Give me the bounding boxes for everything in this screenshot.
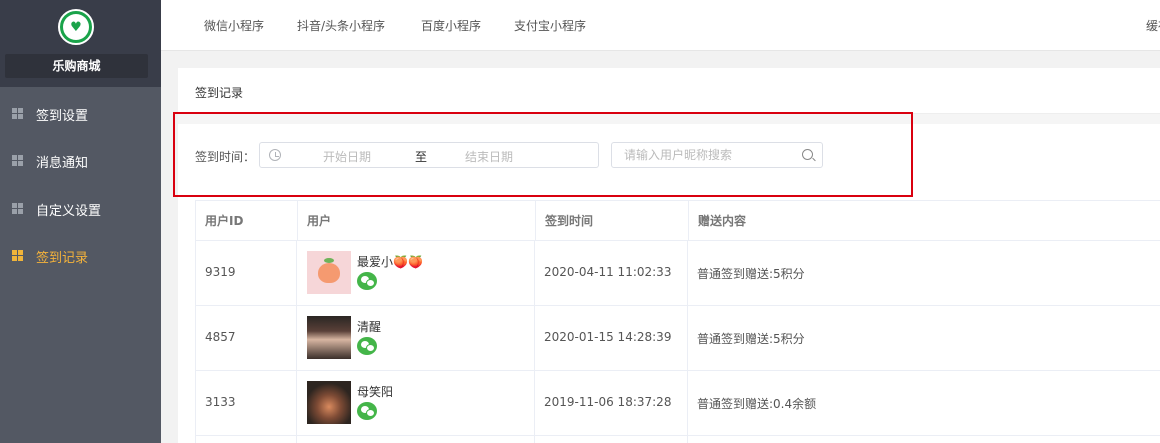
checkin-time: 2019-11-06 18:37:28 <box>544 395 672 409</box>
reward-text: 普通签到赠送:5积分 <box>697 267 805 281</box>
avatar <box>307 316 351 359</box>
user-id-cell: 9319 <box>196 241 297 305</box>
search-icon[interactable] <box>802 149 813 160</box>
nickname-search[interactable] <box>611 142 823 168</box>
checkin-time-label: 签到时间： <box>195 150 256 164</box>
tab-baidu-miniprogram[interactable]: 百度小程序 <box>421 17 481 34</box>
sidebar-item-label: 签到设置 <box>36 109 89 124</box>
table-row: 4857 清醒 2020-01-15 14:28:39 普通签到赠送:5积分 <box>195 306 1160 371</box>
checkin-time: 2020-04-11 11:02:33 <box>544 265 672 279</box>
wechat-icon <box>357 402 377 420</box>
table-row: 3133 母笑阳 2019-11-06 18:37:28 普通签到赠送:0.4余… <box>195 371 1160 436</box>
sidebar-item-label: 消息通知 <box>36 156 89 171</box>
user-cell <box>297 436 535 443</box>
checkin-table: 用户ID 用户 签到时间 赠送内容 9319 最爱小🍑🍑 2020-04-11 … <box>195 200 1160 443</box>
grid-icon <box>12 250 23 261</box>
sidebar: ♥ 乐购商城 签到设置 消息通知 自定义设置 签到记录 <box>0 0 161 443</box>
user-id: 3133 <box>205 395 236 409</box>
grid-icon <box>12 108 23 119</box>
card-header: 签到记录 <box>178 68 1160 114</box>
start-date-input[interactable]: 开始日期 <box>323 148 371 165</box>
shop-name: 乐购商城 <box>5 54 148 78</box>
user-cell: 最爱小🍑🍑 <box>297 241 535 305</box>
wechat-icon <box>357 337 377 355</box>
reward-cell: 普通签到赠送:5积分 <box>688 306 1160 370</box>
sidebar-item-label: 签到记录 <box>36 251 89 266</box>
sidebar-brand: ♥ 乐购商城 <box>0 0 161 87</box>
sidebar-item-checkin-records[interactable]: 签到记录 <box>0 231 161 279</box>
grid-icon <box>12 203 23 214</box>
sidebar-item-label: 自定义设置 <box>36 204 102 219</box>
tab-douyin-miniprogram[interactable]: 抖音/头条小程序 <box>297 17 385 34</box>
sidebar-item-custom-settings[interactable]: 自定义设置 <box>0 184 161 232</box>
shop-logo[interactable]: ♥ <box>58 9 94 45</box>
time-cell: 2019-11-06 18:37:28 <box>535 371 688 435</box>
user-nickname: 清醒 <box>357 320 382 334</box>
avatar <box>307 381 351 424</box>
clock-icon <box>269 149 281 161</box>
sidebar-item-checkin-settings[interactable]: 签到设置 <box>0 89 161 137</box>
time-cell: 2020-04-11 11:02:33 <box>535 241 688 305</box>
page-title: 签到记录 <box>195 86 244 100</box>
reward-cell: 普通签到赠送:5积分 <box>688 241 1160 305</box>
table-row: 9319 最爱小🍑🍑 2020-04-11 11:02:33 普通签到赠送:5积… <box>195 241 1160 306</box>
user-id-cell: 4857 <box>196 306 297 370</box>
reward-text: 普通签到赠送:5积分 <box>697 332 805 346</box>
reward-cell: 普通签到赠送:0.4余额 <box>688 371 1160 435</box>
user-cell: 清醒 <box>297 306 535 370</box>
cache-link[interactable]: 缓存 <box>1146 17 1160 34</box>
avatar <box>307 251 351 294</box>
sidebar-menu: 签到设置 消息通知 自定义设置 签到记录 <box>0 87 161 443</box>
time-cell <box>535 436 688 443</box>
user-cell: 母笑阳 <box>297 371 535 435</box>
wechat-icon <box>357 272 377 290</box>
user-nickname: 最爱小🍑🍑 <box>357 255 423 269</box>
column-header-user-id: 用户ID <box>196 201 298 241</box>
user-id-cell <box>196 436 297 443</box>
grid-icon <box>12 155 23 166</box>
table-row-partial <box>195 436 1160 443</box>
end-date-input[interactable]: 结束日期 <box>465 148 513 165</box>
user-id: 9319 <box>205 265 236 279</box>
tab-alipay-miniprogram[interactable]: 支付宝小程序 <box>514 17 586 34</box>
top-nav: 微信小程序 抖音/头条小程序 百度小程序 支付宝小程序 缓存 <box>161 0 1160 51</box>
search-input[interactable] <box>624 147 794 163</box>
reward-text: 普通签到赠送:0.4余额 <box>697 397 817 411</box>
sidebar-item-notifications[interactable]: 消息通知 <box>0 136 161 184</box>
table-header: 用户ID 用户 签到时间 赠送内容 <box>195 200 1160 241</box>
column-header-reward: 赠送内容 <box>698 214 747 228</box>
checkin-time: 2020-01-15 14:28:39 <box>544 330 672 344</box>
user-id-cell: 3133 <box>196 371 297 435</box>
date-range-picker[interactable]: 开始日期 至 结束日期 <box>259 142 599 168</box>
user-nickname: 母笑阳 <box>357 385 394 399</box>
range-separator: 至 <box>415 150 428 164</box>
peach-icon <box>318 257 340 283</box>
logo-icon: ♥ <box>63 14 89 40</box>
tab-wechat-miniprogram[interactable]: 微信小程序 <box>204 17 264 34</box>
column-header-checkin-time: 签到时间 <box>536 201 689 241</box>
column-header-user: 用户 <box>298 201 536 241</box>
time-cell: 2020-01-15 14:28:39 <box>535 306 688 370</box>
user-id: 4857 <box>205 330 236 344</box>
